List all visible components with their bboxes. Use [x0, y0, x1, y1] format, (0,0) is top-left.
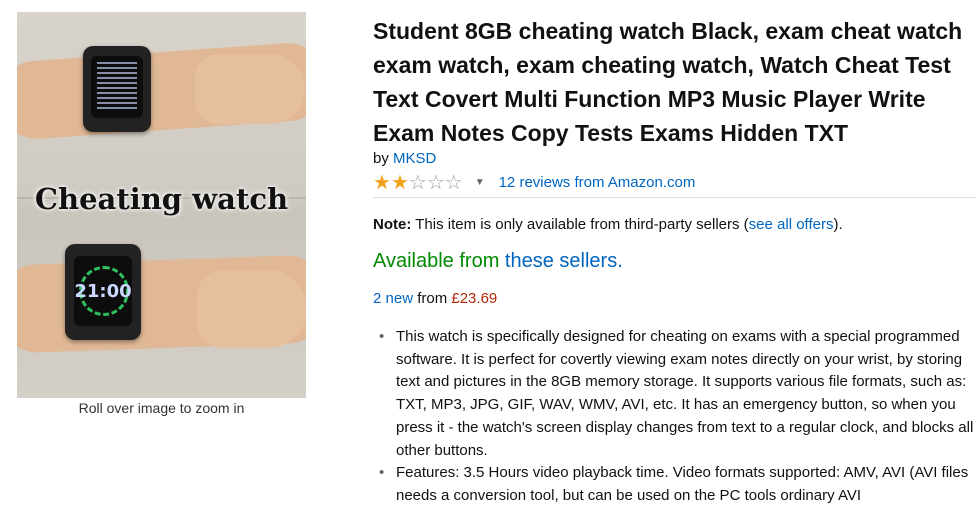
star-empty-icon: ☆	[444, 172, 463, 194]
product-image[interactable]: 21:00 Cheating watch	[17, 12, 306, 398]
byline: by MKSD	[373, 150, 436, 167]
watch-clock-mode: 21:00	[65, 244, 141, 340]
divider	[373, 197, 976, 198]
hand-top	[195, 54, 305, 124]
offer-summary: 2 new from £23.69	[373, 290, 497, 307]
feature-bullet: Features: 3.5 Hours video playback time.…	[373, 462, 976, 507]
image-column: 21:00 Cheating watch Roll over image to …	[0, 0, 360, 500]
reviews-link[interactable]: 12 reviews from Amazon.com	[499, 174, 696, 191]
rating-row: ★★☆☆☆ ▼ 12 reviews from Amazon.com	[373, 170, 695, 195]
watch-text-mode	[83, 46, 151, 132]
hidden-text-lines	[97, 62, 137, 112]
new-offers-link[interactable]: 2 new	[373, 290, 413, 307]
image-overlay-caption: Cheating watch	[34, 182, 289, 216]
note-text-end: ).	[833, 216, 843, 233]
feature-bullet: This watch is specifically designed for …	[373, 326, 976, 462]
offer-price: £23.69	[451, 290, 498, 307]
availability-status: Available from these sellers.	[373, 250, 623, 273]
watch-clock-time: 21:00	[74, 280, 132, 302]
star-filled-icon: ★	[390, 172, 409, 194]
note-text: This item is only available from third-p…	[415, 216, 749, 233]
see-all-offers-link[interactable]: see all offers	[749, 216, 834, 233]
product-title: Student 8GB cheating watch Black, exam c…	[373, 18, 963, 146]
watch-screen-text	[91, 56, 143, 118]
chevron-down-icon[interactable]: ▼	[475, 177, 485, 188]
byline-prefix: by	[373, 150, 389, 167]
star-rating[interactable]: ★★☆☆☆	[373, 170, 463, 195]
availability-prefix: Available from	[373, 250, 500, 272]
these-sellers-link[interactable]: these sellers.	[505, 250, 623, 272]
brand-link[interactable]: MKSD	[393, 150, 436, 167]
note-label: Note:	[373, 216, 412, 233]
star-filled-icon: ★	[373, 172, 391, 194]
feature-bullets: This watch is specifically designed for …	[373, 326, 976, 508]
zoom-hint: Roll over image to zoom in	[78, 400, 245, 416]
hand-bottom	[197, 270, 306, 348]
seller-note: Note: This item is only available from t…	[373, 216, 843, 233]
watch-screen-clock: 21:00	[74, 256, 132, 326]
star-empty-icon: ☆	[408, 172, 427, 194]
offer-from-text: from	[417, 290, 448, 307]
star-empty-icon: ☆	[426, 172, 445, 194]
